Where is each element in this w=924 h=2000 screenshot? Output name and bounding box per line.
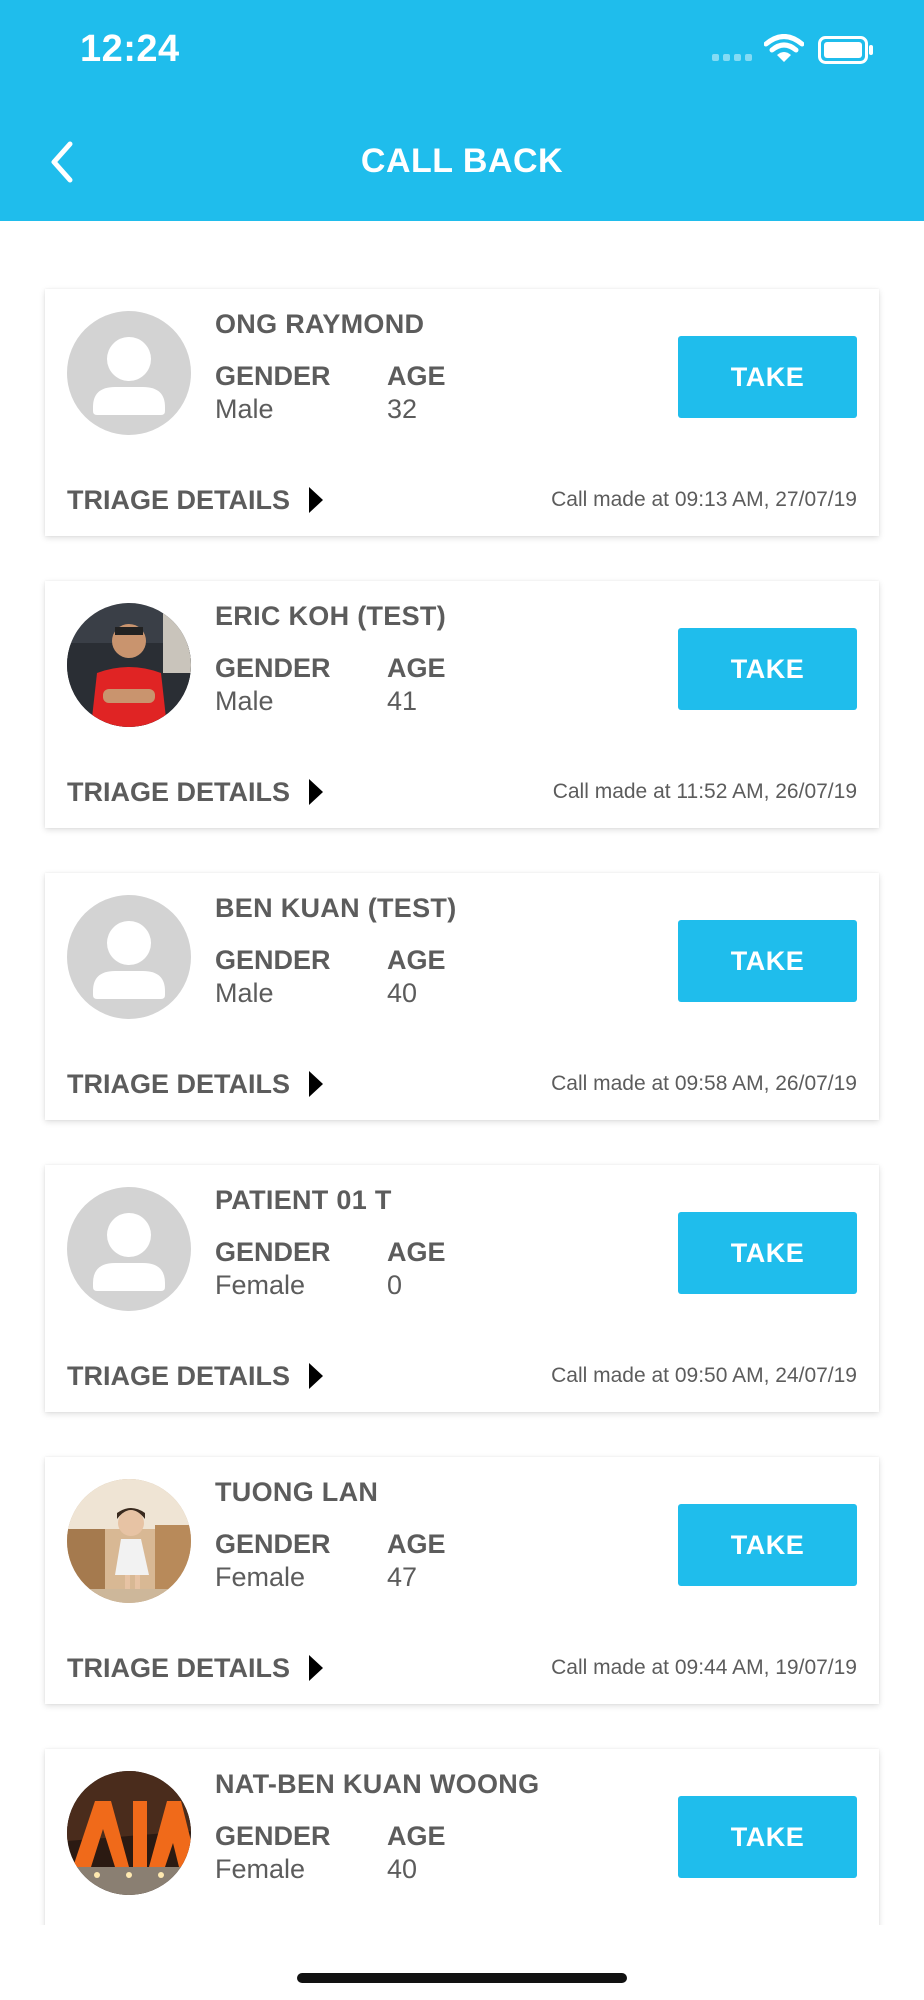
patient-card: NAT-BEN KUAN WOONG GENDER Female AGE 40 … xyxy=(45,1749,879,1925)
patient-name: ONG RAYMOND xyxy=(215,309,425,339)
triage-details-label: TRIAGE DETAILS xyxy=(67,776,291,807)
age-value: 40 xyxy=(387,978,418,1008)
person-icon xyxy=(93,921,165,999)
age-value: 0 xyxy=(387,1270,403,1300)
patient-name: TUONG LAN xyxy=(215,1477,379,1507)
gender-label: GENDER xyxy=(215,653,331,683)
age-label: AGE xyxy=(387,945,446,975)
age-label: AGE xyxy=(387,1529,446,1559)
patient-name: BEN KUAN (TEST) xyxy=(215,893,457,923)
home-indicator xyxy=(297,1973,627,1983)
app-header: 12:24 CALL BACK xyxy=(0,0,924,221)
caret-right-icon xyxy=(309,1655,324,1681)
callback-list[interactable]: ONG RAYMOND GENDER Male AGE 32 TAKE TRIA… xyxy=(0,221,924,1925)
age-label: AGE xyxy=(387,653,446,683)
gender-label: GENDER xyxy=(215,1821,331,1851)
patient-card: ONG RAYMOND GENDER Male AGE 32 TAKE TRIA… xyxy=(45,289,879,536)
age-label: AGE xyxy=(387,361,446,391)
profile-photo xyxy=(67,1771,191,1895)
person-icon xyxy=(93,337,165,415)
caret-right-icon xyxy=(309,779,324,805)
take-button[interactable]: TAKE xyxy=(678,1504,857,1586)
patient-name: NAT-BEN KUAN WOONG xyxy=(215,1769,540,1799)
avatar-placeholder xyxy=(67,895,191,1019)
gender-label: GENDER xyxy=(215,945,331,975)
avatar-photo xyxy=(67,1771,191,1895)
take-button[interactable]: TAKE xyxy=(678,336,857,418)
take-button[interactable]: TAKE xyxy=(678,920,857,1002)
patient-card: BEN KUAN (TEST) GENDER Male AGE 40 TAKE … xyxy=(45,873,879,1120)
patient-name: ERIC KOH (TEST) xyxy=(215,601,446,631)
person-icon xyxy=(93,1213,165,1291)
take-button[interactable]: TAKE xyxy=(678,1212,857,1294)
triage-details-label: TRIAGE DETAILS xyxy=(67,484,291,515)
cellular-signal-icon xyxy=(712,54,752,61)
triage-details-label: TRIAGE DETAILS xyxy=(67,1068,291,1099)
triage-details-link[interactable]: TRIAGE DETAILS xyxy=(67,775,324,809)
triage-details-link[interactable]: TRIAGE DETAILS xyxy=(67,1359,324,1393)
patient-card: ERIC KOH (TEST) GENDER Male AGE 41 TAKE … xyxy=(45,581,879,828)
profile-photo xyxy=(67,603,191,727)
call-time: Call made at 09:13 AM, 27/07/19 xyxy=(551,488,857,511)
battery-icon xyxy=(818,36,873,64)
caret-right-icon xyxy=(309,487,324,513)
profile-photo xyxy=(67,1479,191,1603)
avatar-placeholder xyxy=(67,1187,191,1311)
triage-details-link[interactable]: TRIAGE DETAILS xyxy=(67,1067,324,1101)
gender-value: Male xyxy=(215,978,274,1008)
caret-right-icon xyxy=(309,1071,324,1097)
age-label: AGE xyxy=(387,1821,446,1851)
triage-details-link[interactable]: TRIAGE DETAILS xyxy=(67,1651,324,1685)
call-time: Call made at 09:50 AM, 24/07/19 xyxy=(551,1364,857,1387)
avatar-photo xyxy=(67,1479,191,1603)
gender-value: Female xyxy=(215,1270,306,1300)
patient-card: TUONG LAN GENDER Female AGE 47 TAKE TRIA… xyxy=(45,1457,879,1704)
gender-label: GENDER xyxy=(215,361,331,391)
patient-name: PATIENT 01 T xyxy=(215,1185,392,1215)
age-label: AGE xyxy=(387,1237,446,1267)
triage-details-label: TRIAGE DETAILS xyxy=(67,1360,291,1391)
avatar-photo xyxy=(67,603,191,727)
avatar-placeholder xyxy=(67,311,191,435)
take-button[interactable]: TAKE xyxy=(678,628,857,710)
gender-value: Male xyxy=(215,394,274,424)
wifi-icon xyxy=(764,34,804,62)
age-value: 47 xyxy=(387,1562,418,1592)
age-value: 40 xyxy=(387,1854,418,1884)
gender-value: Female xyxy=(215,1854,306,1884)
take-button[interactable]: TAKE xyxy=(678,1796,857,1878)
caret-right-icon xyxy=(309,1363,324,1389)
call-time: Call made at 09:58 AM, 26/07/19 xyxy=(551,1072,857,1095)
gender-value: Male xyxy=(215,686,274,716)
status-time: 12:24 xyxy=(80,28,180,70)
call-time: Call made at 09:44 AM, 19/07/19 xyxy=(551,1656,857,1679)
call-time: Call made at 11:52 AM, 26/07/19 xyxy=(552,780,857,803)
page-title: CALL BACK xyxy=(360,142,564,180)
gender-label: GENDER xyxy=(215,1237,331,1267)
triage-details-link[interactable]: TRIAGE DETAILS xyxy=(67,483,324,517)
triage-details-label: TRIAGE DETAILS xyxy=(67,1652,291,1683)
gender-value: Female xyxy=(215,1562,306,1592)
age-value: 41 xyxy=(387,686,418,716)
patient-card: PATIENT 01 T GENDER Female AGE 0 TAKE TR… xyxy=(45,1165,879,1412)
age-value: 32 xyxy=(387,394,418,424)
gender-label: GENDER xyxy=(215,1529,331,1559)
